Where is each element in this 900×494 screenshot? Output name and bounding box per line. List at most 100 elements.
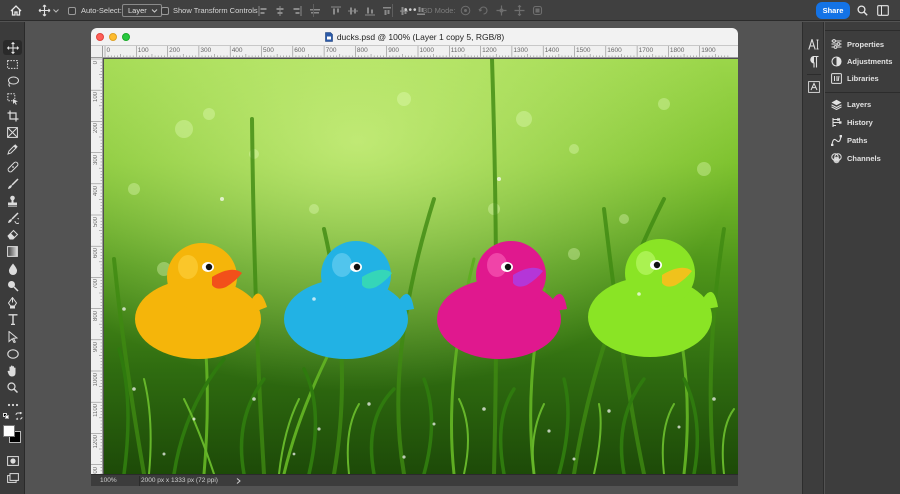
blur-tool-button[interactable] — [3, 261, 22, 276]
auto-select-checkbox[interactable] — [68, 0, 76, 21]
document-status-bar: 100% 2000 px x 1333 px (72 ppi) — [91, 474, 738, 486]
psd-file-icon — [325, 32, 333, 42]
dodge-tool-button[interactable] — [3, 278, 22, 293]
ruler-label: 1300 — [513, 47, 528, 54]
gradient-tool-button[interactable] — [3, 244, 22, 259]
align-horizontal-centers-icon[interactable] — [275, 5, 285, 16]
zoom-level[interactable]: 100% — [100, 477, 117, 484]
layers-panel-tab[interactable]: Layers — [831, 97, 871, 111]
character-panel-button[interactable] — [807, 37, 821, 51]
3d-pan-icon[interactable] — [496, 5, 507, 16]
channels-icon — [831, 152, 842, 163]
show-transform-controls-label: Show Transform Controls — [173, 6, 258, 15]
layers-panel-group: Layers History Paths Channels — [825, 92, 900, 172]
channels-panel-tab[interactable]: Channels — [831, 151, 881, 165]
auto-select-target-value: Layer — [128, 6, 147, 15]
edit-toolbar-button[interactable] — [3, 397, 22, 412]
screen-mode-button[interactable] — [3, 470, 22, 485]
shape-tool-button[interactable] — [3, 346, 22, 361]
ruler-label: 900 — [388, 47, 400, 54]
type-tool-button[interactable] — [3, 312, 22, 327]
adjustments-label: Adjustments — [847, 56, 893, 66]
swap-colors-icon[interactable] — [15, 411, 23, 421]
paths-panel-tab[interactable]: Paths — [831, 133, 867, 147]
show-transform-controls-checkbox[interactable] — [161, 0, 169, 21]
align-right-edges-icon[interactable] — [292, 5, 302, 16]
quick-mask-button[interactable] — [3, 453, 22, 468]
search-icon[interactable] — [857, 0, 868, 21]
eyedropper-icon — [7, 144, 18, 155]
eyedropper-tool-button[interactable] — [3, 142, 22, 157]
object-selection-tool-button[interactable] — [3, 91, 22, 106]
paragraph-panel-button[interactable] — [807, 55, 821, 69]
auto-select-target-select[interactable]: Layer — [122, 4, 162, 17]
clone-stamp-tool-button[interactable] — [3, 193, 22, 208]
ruler-label: 1700 — [638, 47, 654, 54]
ruler-label: 400 — [93, 185, 99, 196]
workspace-layout-icon[interactable] — [877, 0, 889, 21]
properties-panel-group: Properties Adjustments Libraries — [825, 30, 900, 88]
foreground-color-swatch[interactable] — [3, 425, 15, 437]
more-tools-icon — [7, 403, 18, 406]
image-canvas[interactable] — [104, 59, 738, 474]
tool-preset-chevron-down-icon[interactable] — [53, 0, 59, 21]
vertical-ruler[interactable]: 0 100 200 300 400 500 600 700 800 900 1000 1100 1200… — [91, 58, 103, 474]
home-icon[interactable] — [10, 0, 22, 21]
glyphs-panel-button[interactable] — [807, 80, 821, 94]
crop-tool-button[interactable] — [3, 108, 22, 123]
history-brush-icon — [7, 211, 19, 224]
ruler-label: 400 — [231, 47, 243, 54]
default-colors-icon[interactable] — [3, 413, 10, 420]
3d-slide-icon[interactable] — [514, 5, 525, 16]
distribute-top-icon[interactable] — [382, 6, 392, 16]
ruler-label: 700 — [325, 47, 337, 54]
3d-roll-icon[interactable] — [478, 5, 489, 16]
3d-mode-label: 3D Mode: — [423, 6, 456, 15]
document-info[interactable]: 2000 px x 1333 px (72 ppi) — [141, 477, 218, 484]
ruler-label: 1000 — [419, 47, 434, 54]
frame-tool-button[interactable] — [3, 125, 22, 140]
ruler-label: 1500 — [576, 47, 591, 54]
libraries-label: Libraries — [847, 73, 879, 83]
align-left-edges-icon[interactable] — [258, 5, 268, 16]
healing-brush-tool-button[interactable] — [3, 159, 22, 174]
distribute-horizontally-icon[interactable] — [309, 6, 321, 16]
share-button[interactable]: Share — [816, 2, 850, 19]
adjustments-panel-tab[interactable]: Adjustments — [831, 54, 892, 68]
align-bottom-edges-icon[interactable] — [365, 6, 375, 16]
document-title: ducks.psd @ 100% (Layer 1 copy 5, RGB/8) — [336, 32, 505, 42]
brush-tool-button[interactable] — [3, 176, 22, 191]
horizontal-ruler[interactable]: 0 100 200 300 400 500 600 700 800 900 1000 1100 1200… — [103, 46, 738, 58]
chevron-right-icon[interactable] — [236, 478, 241, 484]
align-top-edges-icon[interactable] — [331, 6, 341, 16]
marquee-tool-button[interactable] — [3, 57, 22, 72]
history-brush-tool-button[interactable] — [3, 210, 22, 225]
ruler-label: 1100 — [93, 404, 99, 418]
lasso-tool-button[interactable] — [3, 74, 22, 89]
3d-scale-icon[interactable] — [532, 5, 543, 16]
ruler-label: 100 — [137, 47, 149, 54]
history-panel-tab[interactable]: History — [831, 115, 873, 129]
options-bar: Auto-Select: Layer Show Transform Contro… — [0, 0, 900, 21]
move-tool-button[interactable] — [3, 40, 22, 55]
document-titlebar[interactable]: ducks.psd @ 100% (Layer 1 copy 5, RGB/8) — [91, 28, 738, 46]
rectangular-marquee-icon — [7, 60, 18, 69]
eraser-tool-button[interactable] — [3, 227, 22, 242]
pen-icon — [7, 296, 18, 308]
channels-label: Channels — [847, 153, 881, 163]
properties-panel-tab[interactable]: Properties — [831, 37, 884, 51]
ruler-origin[interactable] — [91, 46, 103, 58]
3d-orbit-icon[interactable] — [460, 5, 471, 16]
more-options-icon[interactable]: ••• — [404, 0, 418, 21]
ruler-label: 1800 — [669, 47, 685, 54]
move-tool-icon[interactable] — [38, 0, 51, 21]
path-selection-tool-button[interactable] — [3, 329, 22, 344]
hand-tool-button[interactable] — [3, 363, 22, 378]
hand-icon — [7, 364, 16, 376]
zoom-tool-button[interactable] — [3, 380, 22, 395]
align-vertical-centers-icon[interactable] — [348, 6, 358, 16]
pen-tool-button[interactable] — [3, 295, 22, 310]
type-icon — [8, 314, 17, 325]
auto-select-label: Auto-Select: — [81, 6, 122, 15]
libraries-panel-tab[interactable]: Libraries — [831, 71, 879, 85]
